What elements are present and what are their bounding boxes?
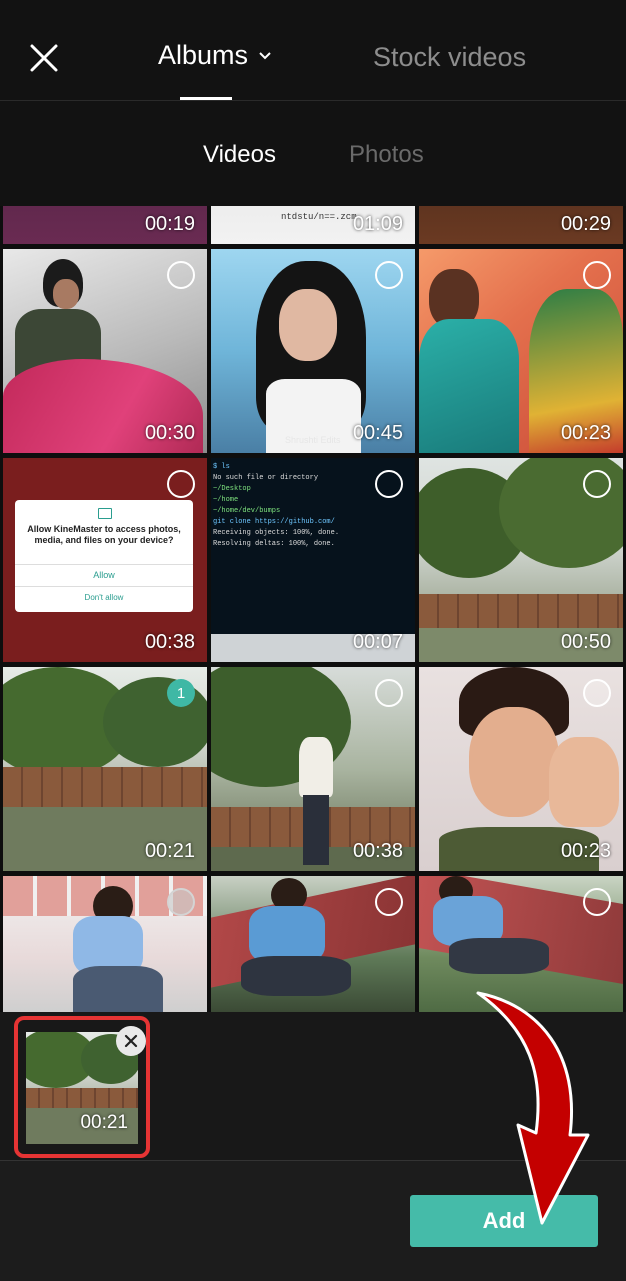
terminal-line: Resolving deltas: 100%, done.	[213, 540, 335, 548]
select-circle[interactable]	[167, 261, 195, 289]
video-duration: 00:21	[144, 840, 195, 862]
thumbnail-wall	[3, 767, 207, 807]
thumbnail-figure	[299, 737, 333, 797]
video-duration: 00:23	[560, 840, 611, 862]
video-thumbnail[interactable]: 00:38	[211, 667, 415, 871]
remove-clip-button[interactable]	[116, 1026, 146, 1056]
video-thumbnail[interactable]: 00:29	[419, 206, 623, 244]
dialog-divider	[15, 564, 193, 565]
thumbnail-figure	[279, 289, 337, 361]
video-duration: 00:19	[144, 213, 195, 235]
allow-option: Allow	[93, 570, 115, 580]
select-circle[interactable]	[583, 261, 611, 289]
albums-label: Albums	[158, 40, 249, 70]
media-type-tabs: Videos Photos	[0, 101, 626, 206]
video-thumbnail[interactable]: $ ls No such file or directory ~/Desktop…	[211, 458, 415, 662]
select-circle[interactable]	[583, 888, 611, 916]
video-duration: 00:07	[352, 631, 403, 653]
thumbnail-figure	[241, 956, 351, 996]
video-thumbnail[interactable]: Shrushti Edits 00:45	[211, 249, 415, 453]
deny-option: Don't allow	[84, 593, 124, 602]
video-thumbnail[interactable]: ntdstu/n==.zcm 01:09	[211, 206, 415, 244]
thumbnail-figure	[53, 279, 79, 309]
terminal-line: ~/home/dev/bumps	[213, 507, 281, 515]
terminal-line: Receiving objects: 100%, done.	[213, 529, 340, 537]
thumbnail-figure	[303, 795, 329, 865]
video-thumbnail[interactable]	[419, 876, 623, 1012]
add-button[interactable]: Add	[410, 1195, 598, 1247]
select-circle[interactable]	[583, 470, 611, 498]
video-thumbnail[interactable]: 00:50	[419, 458, 623, 662]
thumbnail-figure	[73, 966, 163, 1012]
permission-dialog: Allow KineMaster to access photos, media…	[15, 500, 193, 612]
select-circle[interactable]	[375, 470, 403, 498]
video-duration: 00:45	[352, 422, 403, 444]
video-duration: 00:29	[560, 213, 611, 235]
watermark: Shrushti Edits	[285, 435, 341, 445]
select-circle[interactable]	[375, 679, 403, 707]
select-circle[interactable]	[375, 261, 403, 289]
video-duration: 00:38	[144, 631, 195, 653]
video-thumbnail[interactable]: 00:19	[3, 206, 207, 244]
top-bar: Albums Stock videos	[0, 0, 626, 101]
close-icon	[124, 1034, 138, 1048]
permission-text: Allow KineMaster to access photos, media…	[27, 524, 181, 545]
video-duration: 01:09	[352, 213, 403, 235]
terminal-line: ~/home	[213, 496, 239, 504]
tab-albums[interactable]: Albums	[158, 40, 272, 71]
chevron-down-icon	[259, 51, 271, 59]
folder-icon	[98, 508, 112, 519]
video-thumbnail[interactable]: 00:30	[3, 249, 207, 453]
thumbnail-caption: ntdstu/n==.zcm	[281, 212, 357, 222]
select-circle[interactable]	[167, 888, 195, 916]
thumbnail-figure	[549, 737, 619, 827]
terminal-line: $ ls	[213, 463, 230, 471]
video-thumbnail[interactable]: 00:23	[419, 249, 623, 453]
video-thumbnail[interactable]	[211, 876, 415, 1012]
video-duration: 00:50	[560, 631, 611, 653]
select-circle[interactable]	[167, 470, 195, 498]
video-thumbnail[interactable]: 1 00:21	[3, 667, 207, 871]
tab-photos[interactable]: Photos	[349, 141, 424, 169]
media-grid: 00:19 ntdstu/n==.zcm 01:09 00:29 00:30 S…	[0, 206, 626, 1012]
terminal-line: git clone https://github.com/	[213, 518, 335, 526]
select-circle[interactable]	[583, 679, 611, 707]
video-thumbnail[interactable]: 00:23	[419, 667, 623, 871]
tab-stock-videos[interactable]: Stock videos	[373, 42, 526, 73]
dialog-divider	[15, 586, 193, 587]
video-duration: 00:38	[352, 840, 403, 862]
video-thumbnail[interactable]	[3, 876, 207, 1012]
video-thumbnail[interactable]: Allow KineMaster to access photos, media…	[3, 458, 207, 662]
thumbnail-figure	[419, 319, 519, 453]
thumbnail-wall	[419, 594, 623, 628]
video-duration: 00:30	[144, 422, 195, 444]
video-duration: 00:23	[560, 422, 611, 444]
thumbnail-figure	[469, 707, 559, 817]
active-tab-indicator	[180, 97, 232, 100]
select-circle[interactable]	[375, 888, 403, 916]
selected-badge[interactable]: 1	[167, 679, 195, 707]
tab-videos[interactable]: Videos	[203, 141, 276, 169]
thumbnail-figure	[449, 938, 549, 974]
close-icon[interactable]	[28, 42, 60, 74]
